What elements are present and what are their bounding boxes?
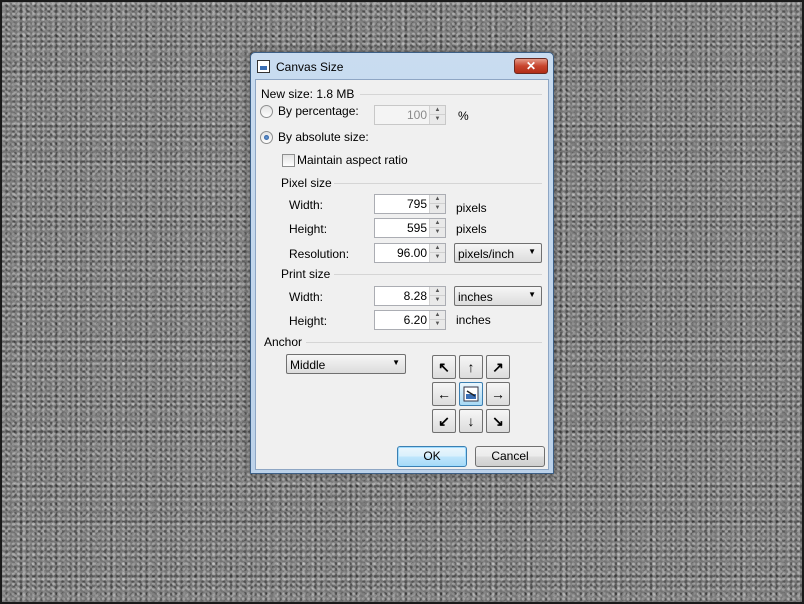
pixel-height-value: 595 [406, 221, 427, 235]
anchor-select[interactable]: Middle ▼ [286, 354, 406, 374]
spin-down-icon[interactable]: ▼ [430, 115, 445, 124]
spin-up-icon[interactable]: ▲ [430, 219, 445, 228]
spin-down-icon[interactable]: ▼ [430, 296, 445, 305]
print-height-stepper[interactable]: 6.20 ▲ ▼ [374, 310, 446, 330]
anchor-right-button[interactable]: → [486, 382, 510, 406]
chevron-down-icon: ▼ [528, 247, 536, 256]
spin-down-icon[interactable]: ▼ [430, 253, 445, 262]
spin-up-icon[interactable]: ▲ [430, 106, 445, 115]
resolution-stepper[interactable]: 96.00 ▲ ▼ [374, 243, 446, 263]
arrow-down-left-icon: ↙ [438, 413, 450, 429]
by-absolute-size-label[interactable]: By absolute size: [278, 130, 369, 144]
pixel-width-unit: pixels [456, 201, 487, 215]
spin-up-icon[interactable]: ▲ [430, 311, 445, 320]
close-button[interactable]: ✕ [514, 58, 548, 74]
print-width-value: 8.28 [403, 289, 427, 303]
anchor-bottom-left-button[interactable]: ↙ [432, 409, 456, 433]
pixel-width-stepper[interactable]: 795 ▲ ▼ [374, 194, 446, 214]
arrow-up-icon: ↑ [467, 359, 475, 375]
percentage-stepper[interactable]: 100 ▲ ▼ [374, 105, 446, 125]
percentage-unit: % [458, 109, 469, 123]
resolution-value: 96.00 [396, 246, 427, 260]
print-width-label: Width: [289, 290, 324, 304]
print-unit-select[interactable]: inches ▼ [454, 286, 542, 306]
spin-down-icon[interactable]: ▼ [430, 320, 445, 329]
pixel-width-value: 795 [406, 197, 427, 211]
resolution-unit-select[interactable]: pixels/inch ▼ [454, 243, 542, 263]
pixel-size-header: Pixel size [281, 176, 332, 190]
dialog-body: New size: 1.8 MB By percentage: 100 ▲ ▼ %… [255, 79, 549, 470]
pixel-height-stepper[interactable]: 595 ▲ ▼ [374, 218, 446, 238]
arrow-down-icon: ↓ [467, 413, 475, 429]
maintain-aspect-ratio-label[interactable]: Maintain aspect ratio [297, 153, 408, 167]
canvas-size-dialog: Canvas Size ✕ New size: 1.8 MB By percen… [250, 52, 554, 474]
anchor-bottom-button[interactable]: ↓ [459, 409, 483, 433]
spin-down-icon[interactable]: ▼ [430, 204, 445, 213]
ok-button[interactable]: OK [397, 446, 467, 467]
separator [334, 274, 542, 275]
spin-up-icon[interactable]: ▲ [430, 195, 445, 204]
arrow-left-icon: ← [437, 386, 451, 402]
image-anchor-icon [463, 386, 479, 402]
anchor-top-right-button[interactable]: ↗ [486, 355, 510, 379]
anchor-top-left-button[interactable]: ↖ [432, 355, 456, 379]
anchor-bottom-right-button[interactable]: ↘ [486, 409, 510, 433]
arrow-up-left-icon: ↖ [438, 359, 450, 375]
by-absolute-size-radio[interactable] [260, 131, 273, 144]
anchor-middle-button[interactable] [459, 382, 483, 406]
cancel-button[interactable]: Cancel [475, 446, 545, 467]
separator [360, 94, 542, 95]
print-size-header: Print size [281, 267, 331, 281]
by-percentage-label[interactable]: By percentage: [278, 104, 359, 118]
chevron-down-icon: ▼ [528, 290, 536, 299]
anchor-select-value: Middle [290, 358, 326, 372]
percentage-value: 100 [406, 108, 427, 122]
title-bar[interactable]: Canvas Size ✕ [251, 53, 553, 79]
print-unit-value: inches [458, 290, 493, 304]
new-size-label: New size: 1.8 MB [261, 87, 355, 101]
pixel-height-unit: pixels [456, 222, 487, 236]
spin-up-icon[interactable]: ▲ [430, 287, 445, 296]
by-percentage-radio[interactable] [260, 105, 273, 118]
print-height-label: Height: [289, 314, 328, 328]
print-height-value: 6.20 [403, 313, 427, 327]
separator [306, 342, 542, 343]
anchor-left-button[interactable]: ← [432, 382, 456, 406]
maintain-aspect-ratio-checkbox[interactable] [282, 154, 295, 167]
resolution-unit-value: pixels/inch [458, 247, 515, 261]
dialog-title: Canvas Size [276, 60, 344, 74]
arrow-right-icon: → [491, 386, 505, 402]
separator [334, 183, 542, 184]
arrow-up-right-icon: ↗ [492, 359, 504, 375]
chevron-down-icon: ▼ [392, 358, 400, 367]
spin-down-icon[interactable]: ▼ [430, 228, 445, 237]
print-height-unit: inches [456, 313, 491, 327]
resolution-label: Resolution: [289, 247, 350, 261]
pixel-width-label: Width: [289, 198, 324, 212]
anchor-top-button[interactable]: ↑ [459, 355, 483, 379]
print-width-stepper[interactable]: 8.28 ▲ ▼ [374, 286, 446, 306]
spin-up-icon[interactable]: ▲ [430, 244, 445, 253]
canvas-size-icon [257, 60, 270, 73]
pixel-height-label: Height: [289, 222, 328, 236]
arrow-down-right-icon: ↘ [492, 413, 504, 429]
anchor-header: Anchor [264, 335, 303, 349]
close-icon: ✕ [525, 59, 537, 73]
